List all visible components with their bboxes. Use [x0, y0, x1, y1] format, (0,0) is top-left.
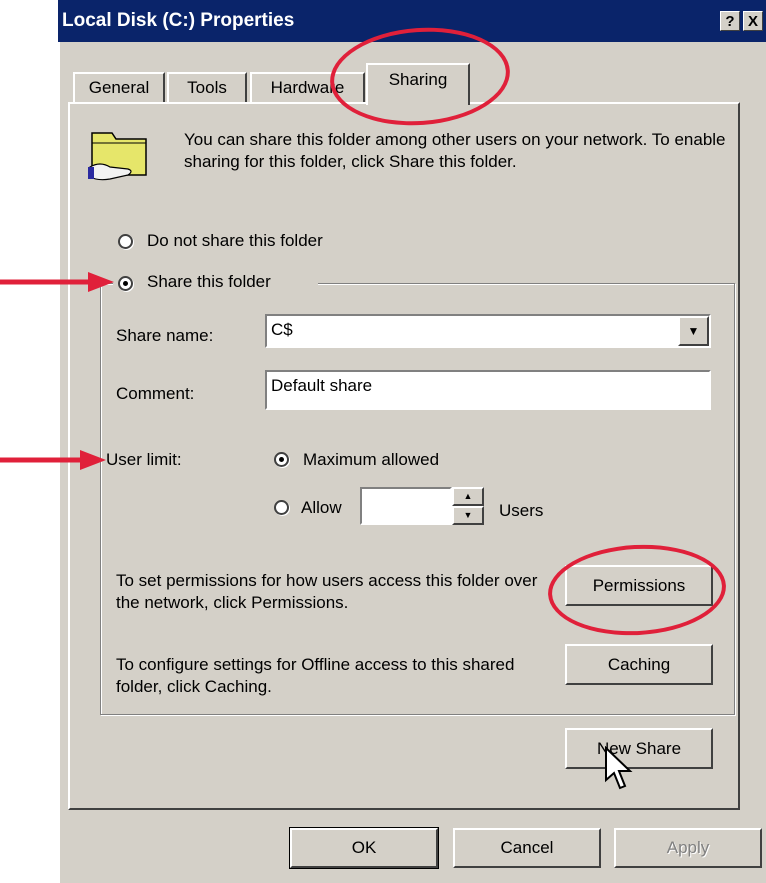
arrow-down-icon: ▼ — [463, 510, 473, 520]
maximum-allowed-label[interactable]: Maximum allowed — [303, 450, 439, 470]
caching-button-label: Caching — [607, 655, 671, 674]
ok-button[interactable]: OK — [289, 827, 439, 869]
caching-button[interactable]: Caching — [565, 644, 713, 685]
share-name-combo[interactable]: C$ — [265, 314, 711, 348]
chevron-down-icon: ▼ — [687, 324, 700, 338]
caching-help-text: To configure settings for Offline access… — [116, 655, 515, 696]
arrow-up-icon: ▲ — [463, 491, 473, 501]
tab-general[interactable]: General — [73, 72, 165, 103]
radio-share-folder[interactable] — [118, 276, 133, 291]
allow-label[interactable]: Allow — [301, 498, 342, 518]
share-folder-label[interactable]: Share this folder — [147, 272, 271, 292]
comment-label: Comment: — [116, 384, 195, 403]
shared-folder-icon — [88, 123, 158, 183]
tab-tools[interactable]: Tools — [167, 72, 247, 103]
new-share-button[interactable]: New Share — [565, 728, 713, 769]
share-name-dropdown-button[interactable]: ▼ — [678, 316, 709, 346]
radio-do-not-share[interactable] — [118, 234, 133, 249]
radio-allow[interactable] — [274, 500, 289, 515]
user-count-input[interactable] — [360, 487, 452, 525]
user-count-up-button[interactable]: ▲ — [452, 487, 484, 506]
permissions-help-text: To set permissions for how users access … — [116, 571, 538, 612]
window-title: Local Disk (C:) Properties — [62, 10, 295, 31]
close-button[interactable]: X — [743, 11, 763, 31]
share-name-value: C$ — [271, 320, 293, 339]
users-units-label: Users — [499, 501, 544, 520]
share-folder-arrow-icon — [0, 270, 116, 299]
apply-button-label: Apply — [666, 838, 710, 857]
mouse-pointer-icon — [604, 745, 634, 799]
cancel-button-label: Cancel — [500, 838, 554, 857]
radio-maximum-allowed[interactable] — [274, 452, 289, 467]
comment-input[interactable]: Default share — [265, 370, 711, 410]
user-limit-label: User limit: — [106, 450, 182, 469]
do-not-share-label[interactable]: Do not share this folder — [147, 231, 323, 251]
comment-value: Default share — [271, 376, 373, 395]
user-limit-arrow-icon — [0, 448, 108, 477]
sharing-intro-text: You can share this folder among other us… — [184, 130, 726, 171]
apply-button[interactable]: Apply — [614, 828, 762, 868]
share-name-label: Share name: — [116, 326, 214, 345]
cancel-button[interactable]: Cancel — [453, 828, 601, 868]
user-count-down-button[interactable]: ▼ — [452, 506, 484, 525]
ok-button-label: OK — [351, 838, 377, 857]
help-button[interactable]: ? — [720, 11, 740, 31]
